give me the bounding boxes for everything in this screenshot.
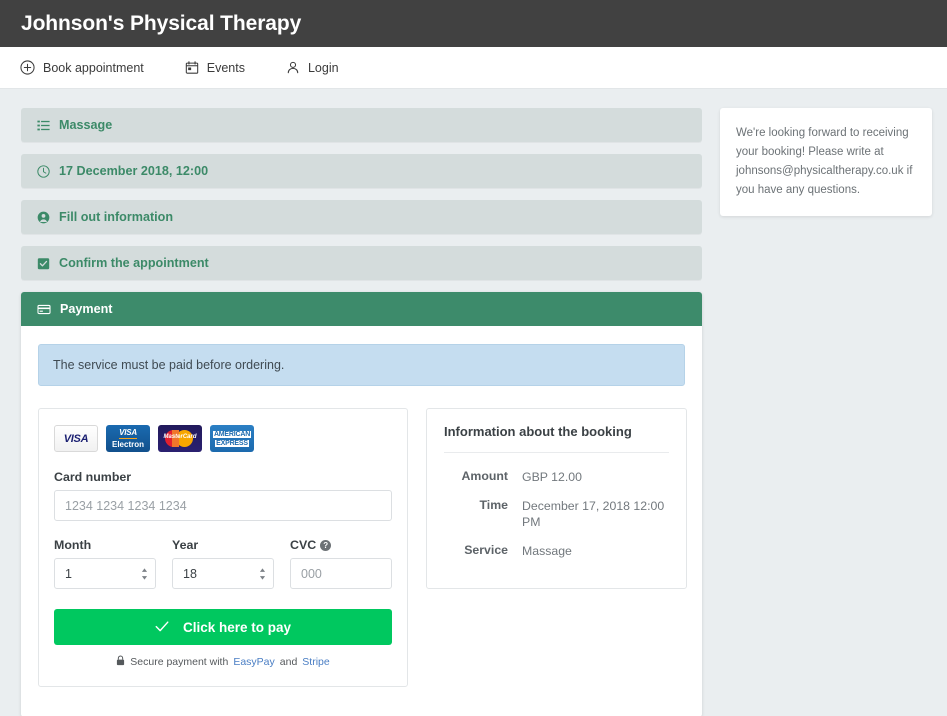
amex-line1: AMERICAN xyxy=(212,430,252,438)
cvc-input[interactable] xyxy=(290,558,392,589)
year-label: Year xyxy=(172,538,199,552)
amex-line2: EXPRESS xyxy=(215,439,249,447)
amount-value: GBP 12.00 xyxy=(522,470,582,484)
visa-electron-logo: VISA Electron xyxy=(106,425,150,452)
step-information[interactable]: Fill out information xyxy=(21,200,702,234)
lock-icon xyxy=(116,655,125,669)
amount-key: Amount xyxy=(461,469,508,483)
main-navigation: Book appointment Events Login xyxy=(0,47,947,89)
secure-payment-footer: Secure payment with EasyPay and Stripe xyxy=(54,655,392,669)
booking-info-row-time: Time December 17, 2018 12:00 PM xyxy=(444,498,669,531)
month-field-block: Month 1 xyxy=(54,538,156,589)
check-icon xyxy=(155,620,169,635)
nav-label-events: Events xyxy=(206,60,245,75)
visa-logo: VISA xyxy=(54,425,98,452)
nav-item-login[interactable]: Login xyxy=(286,60,339,75)
payment-panel-title: Payment xyxy=(60,302,113,316)
card-number-field-block: Card number xyxy=(54,470,392,521)
user-circle-icon xyxy=(37,211,50,224)
card-form: VISA VISA Electron MasterCard AMERICAN E… xyxy=(38,408,408,687)
pay-button[interactable]: Click here to pay xyxy=(54,609,392,645)
calendar-icon xyxy=(185,60,199,75)
clock-icon xyxy=(37,164,50,178)
step-confirm[interactable]: Confirm the appointment xyxy=(21,246,702,280)
secure-prefix: Secure payment with xyxy=(130,656,229,668)
stripe-link[interactable]: Stripe xyxy=(302,656,329,668)
page-body: Massage 17 December 2018, 12:00 Fill out… xyxy=(0,89,947,716)
nav-label-login: Login xyxy=(307,60,339,75)
nav-item-book-appointment[interactable]: Book appointment xyxy=(20,60,144,75)
payment-content-row: VISA VISA Electron MasterCard AMERICAN E… xyxy=(38,408,687,687)
cvc-field-block: CVC ? xyxy=(290,538,392,589)
step-datetime-label: 17 December 2018, 12:00 xyxy=(59,164,209,178)
pay-button-label: Click here to pay xyxy=(182,619,292,635)
accepted-card-brands: VISA VISA Electron MasterCard AMERICAN E… xyxy=(54,425,392,452)
year-select[interactable]: 18 xyxy=(172,558,274,589)
service-value: Massage xyxy=(522,543,572,558)
payment-panel-body: The service must be paid before ordering… xyxy=(21,326,702,716)
payment-info-alert: The service must be paid before ordering… xyxy=(38,344,685,386)
page-title: Johnson's Physical Therapy xyxy=(21,11,302,35)
nav-item-events[interactable]: Events xyxy=(185,60,245,75)
time-value: December 17, 2018 12:00 PM xyxy=(522,498,665,530)
step-datetime[interactable]: 17 December 2018, 12:00 xyxy=(21,154,702,188)
booking-information-title: Information about the booking xyxy=(444,424,669,453)
sidebar-note: We're looking forward to receiving your … xyxy=(720,108,932,216)
plus-circle-icon xyxy=(20,60,35,75)
easypay-link[interactable]: EasyPay xyxy=(233,656,274,668)
step-confirm-label: Confirm the appointment xyxy=(59,256,209,270)
secure-conjunction: and xyxy=(279,656,298,668)
year-select-wrap: 18 xyxy=(172,558,274,589)
sidebar-column: We're looking forward to receiving your … xyxy=(720,108,932,216)
question-mark-icon[interactable]: ? xyxy=(320,539,332,551)
amex-logo: AMERICAN EXPRESS xyxy=(210,425,254,452)
month-select-wrap: 1 xyxy=(54,558,156,589)
month-select[interactable]: 1 xyxy=(54,558,156,589)
payment-panel: Payment The service must be paid before … xyxy=(21,292,702,716)
year-field-block: Year 18 xyxy=(172,538,274,589)
list-icon xyxy=(37,119,50,132)
card-number-input[interactable] xyxy=(54,490,392,521)
visa-electron-line1: VISA xyxy=(119,427,137,439)
nav-label-book-appointment: Book appointment xyxy=(43,60,144,75)
month-label: Month xyxy=(54,538,92,552)
mastercard-logo: MasterCard xyxy=(158,425,202,452)
visa-electron-line2: Electron xyxy=(111,439,144,449)
user-icon xyxy=(286,60,300,75)
booking-info-row-amount: Amount GBP 12.00 xyxy=(444,469,669,486)
booking-wizard-column: Massage 17 December 2018, 12:00 Fill out… xyxy=(21,108,702,716)
time-key: Time xyxy=(479,497,508,512)
booking-information-box: Information about the booking Amount GBP… xyxy=(426,408,687,590)
booking-info-row-service: Service Massage xyxy=(444,543,669,560)
card-number-label: Card number xyxy=(54,470,132,484)
credit-card-icon xyxy=(37,303,51,316)
payment-panel-header[interactable]: Payment xyxy=(21,292,702,326)
step-information-label: Fill out information xyxy=(59,210,174,224)
step-service[interactable]: Massage xyxy=(21,108,702,142)
expiry-cvc-row: Month 1 Year 18 CVC ? 000 xyxy=(54,538,392,589)
cvc-label: CVC xyxy=(290,538,317,552)
service-key: Service xyxy=(464,542,508,557)
mastercard-wordmark: MasterCard xyxy=(163,434,197,440)
app-header: Johnson's Physical Therapy xyxy=(0,0,947,47)
check-square-icon xyxy=(37,257,50,270)
step-service-label: Massage xyxy=(59,118,113,132)
cvc-label-row: CVC ? xyxy=(290,538,392,552)
